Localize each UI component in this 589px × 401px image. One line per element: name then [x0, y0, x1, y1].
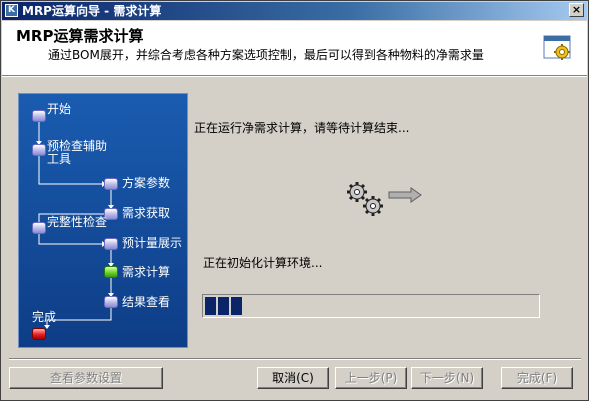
view-params-button[interactable]: 查看参数设置 [9, 367, 163, 389]
step-node-scheme-params [104, 178, 118, 190]
progress-block [205, 297, 216, 315]
step-label-forecast-display: 预计量展示 [122, 236, 183, 250]
progress-fill [205, 297, 537, 315]
footer-separator [9, 358, 581, 360]
wizard-header: MRP运算需求计算 通过BOM展开，并综合考虑各种方案选项控制，最后可以得到各种… [2, 21, 587, 76]
prev-button[interactable]: 上一步(P) [335, 367, 407, 389]
cancel-button[interactable]: 取消(C) [257, 367, 329, 389]
wizard-step-flow: 开始 预检查辅助工具 方案参数 需求获取 完整性检查 预计量展示 需求计算 结果… [18, 93, 188, 348]
progress-bar [202, 294, 540, 318]
mrp-wizard-window: K MRP运算向导 - 需求计算 × MRP运算需求计算 通过BOM展开，并综合… [0, 0, 589, 401]
step-node-forecast-display [104, 238, 118, 250]
app-icon: K [5, 4, 18, 17]
step-node-start [32, 110, 46, 122]
status-main-text: 正在运行净需求计算，请等待计算结束... [194, 121, 410, 135]
page-subtitle: 通过BOM展开，并综合考虑各种方案选项控制，最后可以得到各种物料的净需求量 [48, 48, 484, 62]
title-bar[interactable]: K MRP运算向导 - 需求计算 × [2, 2, 587, 20]
next-button[interactable]: 下一步(N) [411, 367, 483, 389]
status-sub-text: 正在初始化计算环境... [203, 256, 323, 270]
progress-block [231, 297, 242, 315]
progress-block [218, 297, 229, 315]
step-node-precheck [32, 144, 46, 156]
step-label-demand-fetch: 需求获取 [122, 206, 171, 220]
finish-button[interactable]: 完成(F) [501, 367, 573, 389]
step-node-demand-calc [104, 266, 118, 278]
window-title: MRP运算向导 - 需求计算 [22, 4, 162, 18]
step-label-start: 开始 [47, 102, 72, 116]
settings-window-icon [543, 35, 571, 60]
step-label-scheme-params: 方案参数 [122, 176, 171, 190]
step-label-finish: 完成 [32, 310, 57, 324]
step-label-demand-calc: 需求计算 [122, 265, 171, 279]
step-label-result-view: 结果查看 [122, 295, 171, 309]
step-label-precheck: 预检查辅助工具 [47, 139, 108, 166]
step-label-integrity-check: 完整性检查 [47, 215, 108, 229]
header-divider [2, 76, 587, 77]
step-node-finish [32, 328, 46, 340]
close-button[interactable]: × [569, 3, 584, 17]
page-title: MRP运算需求计算 [16, 27, 144, 45]
gears-working-icon [347, 182, 422, 216]
step-node-integrity-check [32, 222, 46, 234]
step-node-result-view [104, 296, 118, 308]
